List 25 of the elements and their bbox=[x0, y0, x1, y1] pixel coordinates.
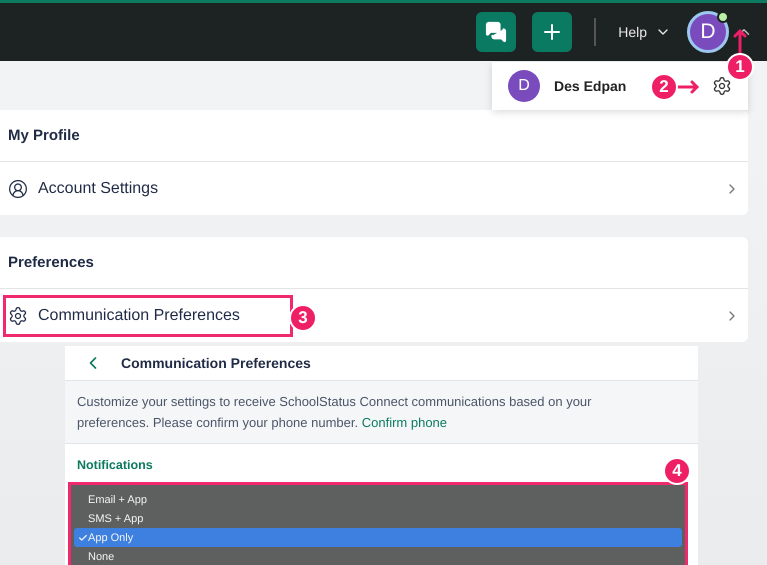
panel-title: Communication Preferences bbox=[121, 355, 311, 371]
menu-option[interactable]: None bbox=[74, 547, 682, 565]
user-avatar: D bbox=[508, 70, 540, 102]
settings-item[interactable]: Account Settings bbox=[3, 168, 212, 210]
notifications-label: Notifications bbox=[77, 458, 153, 472]
menu-option[interactable]: SMS + App bbox=[74, 509, 682, 528]
section-title: My Profile bbox=[0, 110, 748, 162]
add-button[interactable] bbox=[532, 12, 572, 52]
menu-option[interactable]: Email + App bbox=[74, 490, 682, 509]
section-title: Preferences bbox=[0, 237, 748, 289]
settings-icon bbox=[8, 306, 28, 326]
user-avatar[interactable]: D bbox=[687, 11, 729, 53]
arrow-icon bbox=[677, 80, 699, 94]
menu-option[interactable]: App Only bbox=[74, 528, 682, 547]
user-icon bbox=[8, 178, 28, 198]
settings-icon[interactable] bbox=[712, 76, 732, 96]
user-name: Des Edpan bbox=[554, 78, 626, 94]
check-icon bbox=[78, 532, 88, 542]
arrow-icon bbox=[733, 28, 747, 54]
settings-item[interactable]: Communication Preferences bbox=[3, 294, 293, 336]
messages-button[interactable] bbox=[476, 12, 516, 52]
confirm-phone-link[interactable]: Confirm phone bbox=[362, 415, 448, 430]
chat-icon bbox=[485, 21, 508, 43]
help-menu[interactable]: Help bbox=[618, 24, 671, 40]
description-text: Customize your settings to receive SchoolStatus Connect communications based on your preferences. Please confirm your phone number. Confirm phone bbox=[65, 380, 698, 444]
